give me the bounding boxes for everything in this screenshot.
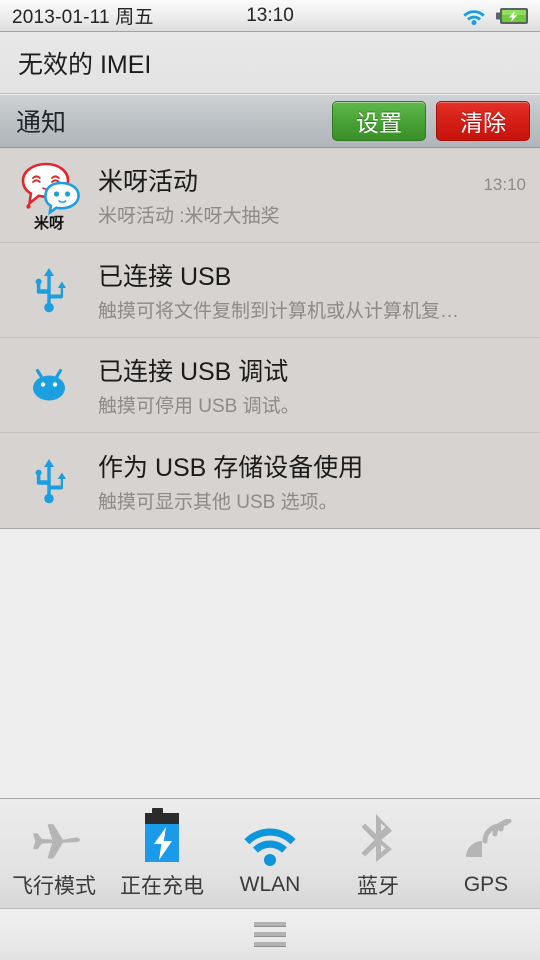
notification-row[interactable]: 已连接 USB 调试 触摸可停用 USB 调试。 xyxy=(0,338,540,433)
toggle-label: 蓝牙 xyxy=(357,874,399,898)
notification-list: 米呀 米呀活动 13:10 米呀活动 :米呀大抽奖 已连接 USB 触摸可将文件… xyxy=(0,148,540,529)
toggle-bluetooth[interactable]: 蓝牙 xyxy=(324,799,432,908)
wifi-icon xyxy=(461,6,487,26)
notification-title-line: 米呀活动 13:10 xyxy=(98,162,526,198)
notification-header-buttons: 设置 清除 xyxy=(332,101,530,141)
notification-body: 已连接 USB 调试 触摸可停用 USB 调试。 xyxy=(98,352,526,418)
toggle-gps[interactable]: GPS xyxy=(432,799,540,908)
notification-subtitle: 触摸可显示其他 USB 选项。 xyxy=(98,491,338,513)
notification-header-title: 通知 xyxy=(16,109,67,137)
imei-banner: 无效的 IMEI xyxy=(0,32,540,94)
quick-toggle-bar: 飞行模式 正在充电 WLAN 蓝牙 GPS xyxy=(0,798,540,908)
notification-title: 已连接 USB 调试 xyxy=(98,358,289,386)
imei-banner-text: 无效的 IMEI xyxy=(18,50,152,79)
notification-title: 作为 USB 存储设备使用 xyxy=(98,453,364,482)
notification-row[interactable]: 作为 USB 存储设备使用 触摸可显示其他 USB 选项。 xyxy=(0,433,540,528)
notification-time: 13:10 xyxy=(483,175,526,194)
notification-icon-wrap xyxy=(0,368,98,402)
toggle-charging[interactable]: 正在充电 xyxy=(108,799,216,908)
notification-title-line: 作为 USB 存储设备使用 xyxy=(98,448,526,484)
notification-title-line: 已连接 USB xyxy=(98,257,526,293)
android-debug-icon xyxy=(26,368,72,402)
usb-icon xyxy=(29,266,69,314)
clear-all-button[interactable]: 清除 xyxy=(436,101,530,141)
battery-charging-icon xyxy=(139,807,185,864)
svg-text:米呀: 米呀 xyxy=(34,214,64,232)
notification-row[interactable]: 已连接 USB 触摸可将文件复制到计算机或从计算机复… xyxy=(0,243,540,338)
toggle-label: WLAN xyxy=(239,872,301,896)
status-date: 2013-01-11 周五 xyxy=(12,7,154,28)
status-clock: 13:10 xyxy=(246,4,294,26)
toggle-airplane-mode[interactable]: 飞行模式 xyxy=(0,799,108,908)
airplane-icon xyxy=(25,816,83,864)
notification-title: 已连接 USB xyxy=(98,263,232,291)
status-icons xyxy=(461,6,530,26)
handle-line xyxy=(254,932,286,937)
notification-shade-screen: 2013-01-11 周五 13:10 无效的 IMEI 通知 设置 清除 米呀… xyxy=(0,0,540,960)
handle-line xyxy=(254,922,286,927)
toggle-icon-box xyxy=(139,807,185,864)
toggle-label: 飞行模式 xyxy=(12,874,96,898)
bluetooth-icon xyxy=(356,812,400,864)
notification-body: 米呀活动 13:10 米呀活动 :米呀大抽奖 xyxy=(98,162,526,228)
settings-button[interactable]: 设置 xyxy=(332,101,426,141)
empty-shade-area xyxy=(0,529,540,798)
toggle-wlan[interactable]: WLAN xyxy=(216,799,324,908)
notification-body: 作为 USB 存储设备使用 触摸可显示其他 USB 选项。 xyxy=(98,448,526,514)
shade-drag-handle-bar[interactable] xyxy=(0,908,540,960)
usb-icon xyxy=(29,457,69,505)
battery-charging-icon xyxy=(496,6,530,26)
notification-icon-wrap: 米呀 xyxy=(0,158,98,232)
status-bar: 2013-01-11 周五 13:10 xyxy=(0,0,540,32)
toggle-icon-box xyxy=(241,811,299,867)
notification-subtitle: 米呀活动 :米呀大抽奖 xyxy=(98,206,280,227)
notification-title-line: 已连接 USB 调试 xyxy=(98,352,526,388)
wifi-icon xyxy=(241,823,299,867)
notification-title: 米呀活动 xyxy=(98,168,199,196)
gps-icon xyxy=(459,818,513,867)
toggle-label: GPS xyxy=(463,872,509,896)
toggle-icon-box xyxy=(356,808,400,864)
handle-line xyxy=(254,942,286,947)
drag-handle-icon[interactable] xyxy=(254,922,286,947)
toggle-icon-box xyxy=(459,811,513,867)
notification-header: 通知 设置 清除 xyxy=(0,94,540,148)
notification-icon-wrap xyxy=(0,457,98,505)
notification-subtitle: 触摸可停用 USB 调试。 xyxy=(98,396,300,417)
notification-subtitle: 触摸可将文件复制到计算机或从计算机复… xyxy=(98,301,460,322)
miya-logo-icon: 米呀 xyxy=(12,158,86,232)
notification-row[interactable]: 米呀 米呀活动 13:10 米呀活动 :米呀大抽奖 xyxy=(0,148,540,243)
notification-body: 已连接 USB 触摸可将文件复制到计算机或从计算机复… xyxy=(98,257,526,323)
toggle-icon-box xyxy=(25,808,83,864)
notification-icon-wrap xyxy=(0,266,98,314)
toggle-label: 正在充电 xyxy=(120,874,204,898)
